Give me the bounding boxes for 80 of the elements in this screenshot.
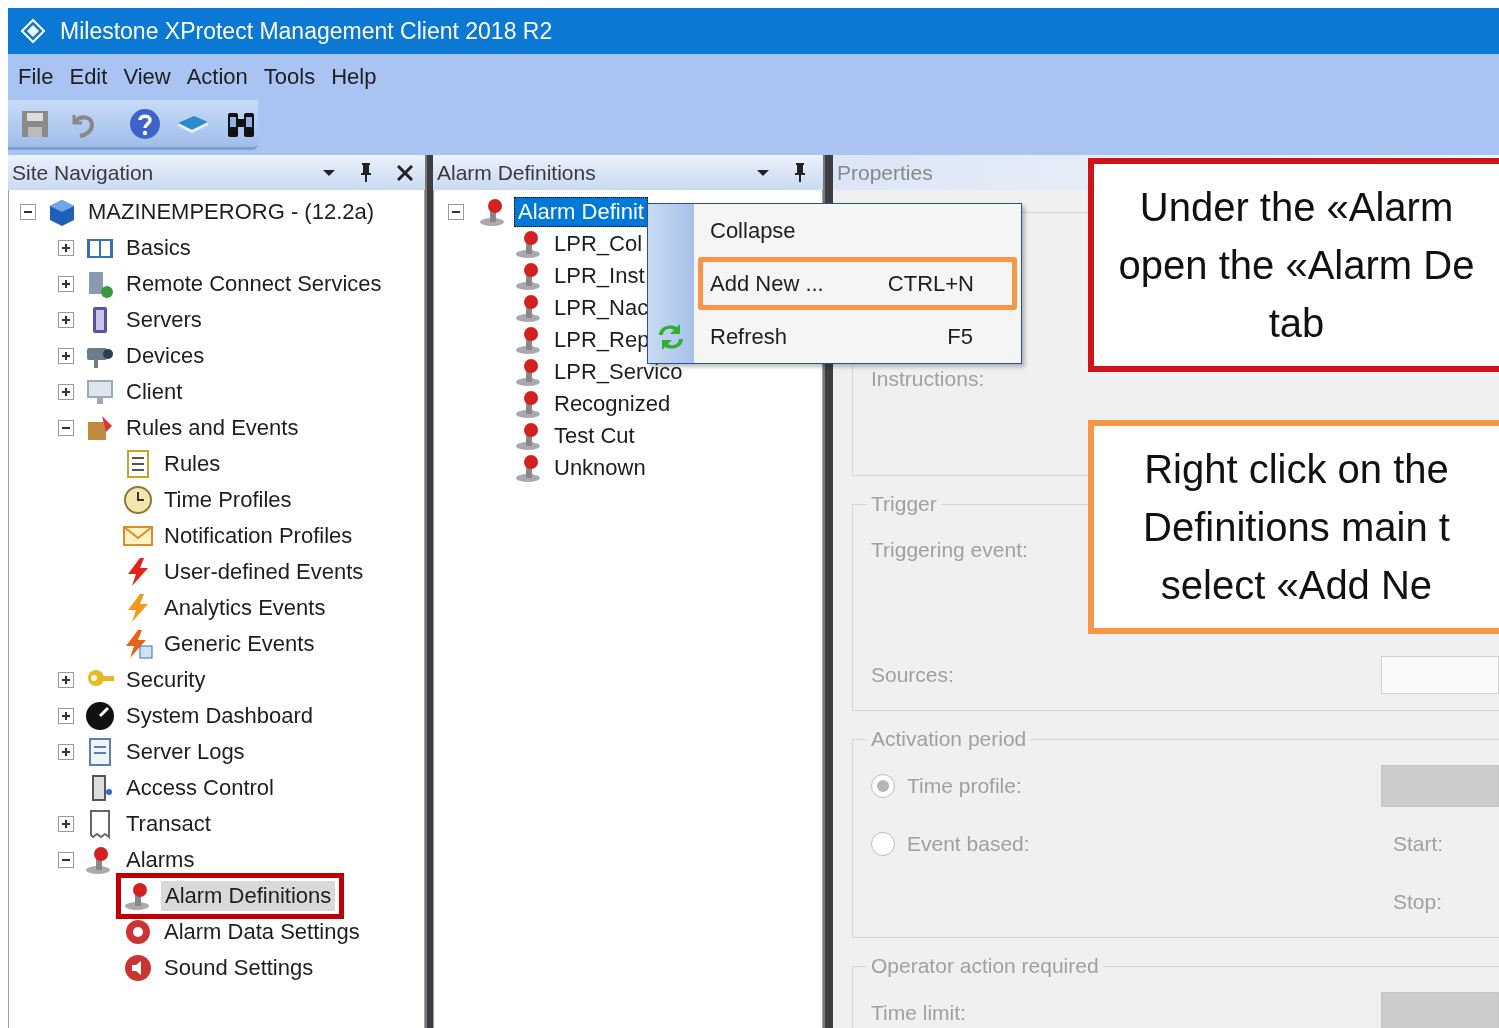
tree-item[interactable]: Analytics Events — [160, 593, 330, 623]
close-icon[interactable] — [397, 164, 413, 181]
collapse-button[interactable] — [58, 852, 74, 868]
field-label: Time profile: — [907, 774, 1022, 798]
tree-item[interactable]: Sound Settings — [160, 953, 318, 983]
help-button[interactable] — [128, 106, 162, 141]
tree-item[interactable]: MAZINEMPERORG - (12.2a) — [84, 197, 379, 227]
tree-item[interactable]: System Dashboard — [122, 701, 318, 731]
field-label: Start: — [1393, 832, 1444, 855]
tree-item[interactable]: LPR_Nac — [550, 293, 653, 323]
menu-item[interactable]: Help — [325, 60, 383, 94]
menu-item[interactable]: Tools — [257, 60, 322, 94]
menu-item[interactable]: Action — [180, 60, 254, 94]
tree-item[interactable]: Security — [122, 665, 210, 695]
field-label: Sources: — [871, 663, 954, 687]
menu-item[interactable]: Add New ... CTRL+N — [703, 262, 1012, 306]
speaker-icon — [122, 952, 154, 984]
field-label: Time limit: — [871, 1001, 966, 1025]
expand-button[interactable] — [58, 816, 74, 832]
expand-button[interactable] — [58, 384, 74, 400]
gauge-icon — [84, 700, 116, 732]
pin-icon[interactable] — [361, 163, 371, 182]
tree-item[interactable]: Rules — [160, 449, 225, 479]
callout-text: Right click on the Definitions main t select «Add Ne — [1143, 446, 1450, 609]
menu-item[interactable]: Edit — [63, 60, 114, 94]
group-title: Trigger — [870, 492, 938, 516]
tree-item[interactable]: Server Logs — [122, 737, 249, 767]
field-label: Event based: — [907, 832, 1030, 856]
tree-item[interactable]: Client — [122, 377, 187, 407]
menu-item[interactable]: Refresh F5 — [694, 309, 1021, 364]
tree-item[interactable]: LPR_Inst — [550, 261, 649, 291]
tree-item[interactable]: Remote Connect Services — [122, 269, 386, 299]
tree-item[interactable]: Servers — [122, 305, 206, 335]
tree-item[interactable]: LPR_Rep — [550, 325, 654, 355]
collapse-button[interactable] — [20, 204, 36, 220]
panel-title: Alarm Definitions — [437, 160, 597, 185]
expand-button[interactable] — [58, 240, 74, 256]
tree-item[interactable]: Alarm Definitions — [161, 881, 336, 911]
tree-item[interactable]: Transact — [122, 809, 215, 839]
tree-item[interactable]: User-defined Events — [160, 557, 368, 587]
tree-item[interactable]: Alarm Data Settings — [160, 917, 364, 947]
group-title: Activation period — [870, 727, 1028, 751]
expand-button[interactable] — [58, 276, 74, 292]
pin-icon[interactable] — [795, 163, 805, 182]
tree-item[interactable]: Access Control — [122, 773, 278, 803]
tree-item[interactable]: Test Cut — [550, 421, 639, 451]
tree-item[interactable]: Recognized — [550, 389, 675, 419]
collapse-button[interactable] — [58, 420, 74, 436]
tree-item[interactable]: Notification Profiles — [160, 521, 357, 551]
tree-item[interactable]: LPR_Servico — [550, 357, 687, 387]
clock-icon — [122, 484, 154, 516]
tree-item[interactable]: Generic Events — [160, 629, 319, 659]
caret-icon[interactable] — [757, 169, 769, 176]
menu-item[interactable]: File — [12, 60, 60, 94]
field-label: Instructions: — [871, 367, 985, 391]
expand-button[interactable] — [58, 708, 74, 724]
caret-icon[interactable] — [323, 169, 335, 176]
expand-button[interactable] — [58, 744, 74, 760]
expand-button[interactable] — [58, 672, 74, 688]
tree-item[interactable]: Unknown — [550, 453, 650, 483]
tree-item[interactable]: Devices — [122, 341, 209, 371]
panel-title: Site Navigation — [12, 160, 155, 185]
group-title: Operator action required — [870, 954, 1100, 978]
tree-item[interactable]: LPR_Col — [550, 229, 647, 259]
tree-item[interactable]: Alarm Definit — [514, 197, 648, 227]
field-label: Triggering event: — [871, 538, 1028, 562]
menu-item[interactable]: View — [117, 60, 177, 94]
field-label: Stop: — [1393, 890, 1443, 913]
menu-item[interactable]: Collapse — [694, 203, 1021, 258]
tree-item[interactable]: Alarms — [122, 845, 199, 875]
collapse-button[interactable] — [448, 204, 464, 220]
tree-item[interactable]: Time Profiles — [160, 485, 296, 515]
callout-text: Under the «Alarm open the «Alarm De tab — [1118, 184, 1475, 347]
expand-button[interactable] — [58, 348, 74, 364]
window-title: Milestone XProtect Management Client 2018 R2 — [60, 17, 553, 45]
tree-item[interactable]: Basics — [122, 233, 195, 263]
panel-title: Properties — [837, 160, 934, 185]
expand-button[interactable] — [58, 312, 74, 328]
tree-item[interactable]: Rules and Events — [122, 413, 303, 443]
diamond-icon — [20, 18, 46, 44]
